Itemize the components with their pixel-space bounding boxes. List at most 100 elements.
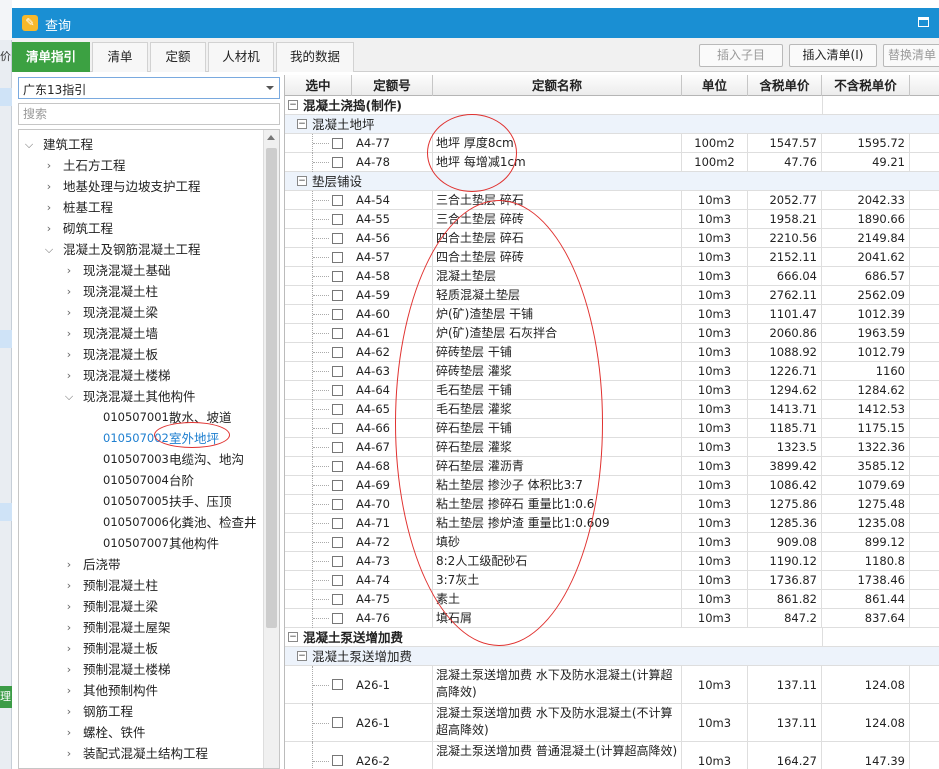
tree-node[interactable]: › 预制混凝土楼梯 [19,659,265,680]
row-checkbox[interactable] [332,404,343,415]
chevron-right-icon[interactable]: › [63,659,75,680]
tree-node[interactable]: › 螺栓、铁件 [19,722,265,743]
collapse-icon[interactable]: − [297,176,307,186]
table-row[interactable]: A4-66 碎石垫层 干铺 10m3 1185.71 1175.15 [285,419,939,438]
grid-subgroup-row[interactable]: − 垫层铺设 [285,172,939,191]
table-row[interactable]: A4-54 三合土垫层 碎石 10m3 2052.77 2042.33 [285,191,939,210]
row-checkbox[interactable] [332,537,343,548]
chevron-right-icon[interactable]: › [63,281,75,302]
tree-node[interactable]: › 现浇混凝土楼梯 [19,365,265,386]
chevron-right-icon[interactable]: › [43,764,55,768]
table-row[interactable]: A4-73 8:2人工级配砂石 10m3 1190.12 1180.8 [285,552,939,571]
tree-node[interactable]: 010507004 台阶 [19,470,265,491]
table-row[interactable]: A4-70 粘土垫层 掺碎石 重量比1:0.6 10m3 1275.86 1275.48 [285,495,939,514]
table-row[interactable]: A26-2 混凝土泵送增加费 普通混凝土(计算超高降效) 10m3 164.27 147… [285,742,939,769]
table-row[interactable]: A4-69 粘土垫层 掺沙子 体积比3:7 10m3 1086.42 1079.69 [285,476,939,495]
row-checkbox[interactable] [332,679,343,690]
tree-scrollbar[interactable] [263,130,279,768]
tree-node[interactable]: › 桩基工程 [19,197,265,218]
tree-node[interactable]: › 现浇混凝土板 [19,344,265,365]
row-checkbox[interactable] [332,138,343,149]
chevron-right-icon[interactable]: › [63,365,75,386]
row-checkbox[interactable] [332,214,343,225]
tree-node[interactable]: › 现浇混凝土墙 [19,323,265,344]
chevron-right-icon[interactable]: › [43,218,55,239]
table-row[interactable]: A4-72 填砂 10m3 909.08 899.12 [285,533,939,552]
chevron-right-icon[interactable]: › [63,701,75,722]
insert-child-button[interactable]: 插入子目 [699,44,783,67]
row-checkbox[interactable] [332,252,343,263]
row-checkbox[interactable] [332,423,343,434]
table-row[interactable]: A4-67 碎石垫层 灌浆 10m3 1323.5 1322.36 [285,438,939,457]
chevron-right-icon[interactable]: › [63,302,75,323]
grid-group-row[interactable]: − 混凝土泵送增加费 [285,628,939,647]
collapse-icon[interactable]: − [297,119,307,129]
grid-subgroup-row[interactable]: − 混凝土泵送增加费 [285,647,939,666]
chevron-right-icon[interactable]: › [43,197,55,218]
tab-list-guide[interactable]: 清单指引 [12,42,90,72]
table-row[interactable]: A4-58 混凝土垫层 10m3 666.04 686.57 [285,267,939,286]
header-quota-code[interactable]: 定额号 [352,75,433,96]
chevron-right-icon[interactable]: › [63,344,75,365]
table-row[interactable]: A4-68 碎石垫层 灌沥青 10m3 3899.42 3585.12 [285,457,939,476]
table-row[interactable]: A4-71 粘土垫层 掺炉渣 重量比1:0.609 10m3 1285.36 1235.… [285,514,939,533]
table-row[interactable]: A4-62 碎砖垫层 干铺 10m3 1088.92 1012.79 [285,343,939,362]
row-checkbox[interactable] [332,195,343,206]
row-checkbox[interactable] [332,518,343,529]
tree-node[interactable]: › 金属结构工程 [19,764,265,768]
tree-node[interactable]: › 其他预制构件 [19,680,265,701]
row-checkbox[interactable] [332,309,343,320]
row-checkbox[interactable] [332,442,343,453]
chevron-right-icon[interactable]: › [63,722,75,743]
chevron-right-icon[interactable]: › [63,617,75,638]
table-row[interactable]: A4-78 地坪 每增减1cm 100m2 47.76 49.21 [285,153,939,172]
table-row[interactable]: A4-59 轻质混凝土垫层 10m3 2762.11 2562.09 [285,286,939,305]
chevron-right-icon[interactable]: › [43,176,55,197]
tree-node[interactable]: › 预制混凝土梁 [19,596,265,617]
table-row[interactable]: A26-1 混凝土泵送增加费 水下及防水混凝土(计算超高降效) 10m3 137.11… [285,666,939,704]
row-checkbox[interactable] [332,717,343,728]
table-row[interactable]: A4-61 炉(矿)渣垫层 石灰拌合 10m3 2060.86 1963.59 [285,324,939,343]
row-checkbox[interactable] [332,499,343,510]
chevron-right-icon[interactable]: › [63,743,75,764]
row-checkbox[interactable] [332,575,343,586]
tree-node[interactable]: › 钢筋工程 [19,701,265,722]
tree-node[interactable]: › 预制混凝土柱 [19,575,265,596]
chevron-right-icon[interactable]: › [63,596,75,617]
table-row[interactable]: A4-77 地坪 厚度8cm 100m2 1547.57 1595.72 [285,134,939,153]
tree-node[interactable]: › 砌筑工程 [19,218,265,239]
row-checkbox[interactable] [332,385,343,396]
header-notax-price[interactable]: 不含税单价 [822,75,910,96]
scroll-thumb[interactable] [266,148,277,628]
header-tax-price[interactable]: 含税单价 [748,75,822,96]
tree-node[interactable]: › 装配式混凝土结构工程 [19,743,265,764]
table-row[interactable]: A4-60 炉(矿)渣垫层 干铺 10m3 1101.47 1012.39 [285,305,939,324]
row-checkbox[interactable] [332,613,343,624]
tree-node[interactable]: › 土石方工程 [19,155,265,176]
tree-node[interactable]: › 预制混凝土板 [19,638,265,659]
table-row[interactable]: A4-56 四合土垫层 碎石 10m3 2210.56 2149.84 [285,229,939,248]
row-checkbox[interactable] [332,480,343,491]
chevron-right-icon[interactable]: › [63,260,75,281]
tab-list[interactable]: 清单 [92,42,148,72]
row-checkbox[interactable] [332,366,343,377]
chevron-down-icon[interactable]: ⌵ [23,134,35,155]
header-unit[interactable]: 单位 [682,75,748,96]
tree-node[interactable]: ⌵ 混凝土及钢筋混凝土工程 [19,239,265,260]
tree-node[interactable]: › 现浇混凝土梁 [19,302,265,323]
table-row[interactable]: A4-64 毛石垫层 干铺 10m3 1294.62 1284.62 [285,381,939,400]
row-checkbox[interactable] [332,755,343,766]
insert-list-button[interactable]: 插入清单(I) [789,44,877,67]
chevron-right-icon[interactable]: › [63,575,75,596]
collapse-icon[interactable]: − [288,632,298,642]
row-checkbox[interactable] [332,271,343,282]
table-row[interactable]: A4-75 素土 10m3 861.82 861.44 [285,590,939,609]
chevron-right-icon[interactable]: › [43,155,55,176]
table-row[interactable]: A4-74 3:7灰土 10m3 1736.87 1738.46 [285,571,939,590]
search-box[interactable] [18,103,280,125]
table-row[interactable]: A4-55 三合土垫层 碎砖 10m3 1958.21 1890.66 [285,210,939,229]
tree-node[interactable]: › 现浇混凝土柱 [19,281,265,302]
tree-node[interactable]: › 预制混凝土屋架 [19,617,265,638]
tree-node[interactable]: 010507006 化粪池、检查井 [19,512,265,533]
tree-node[interactable]: › 现浇混凝土基础 [19,260,265,281]
